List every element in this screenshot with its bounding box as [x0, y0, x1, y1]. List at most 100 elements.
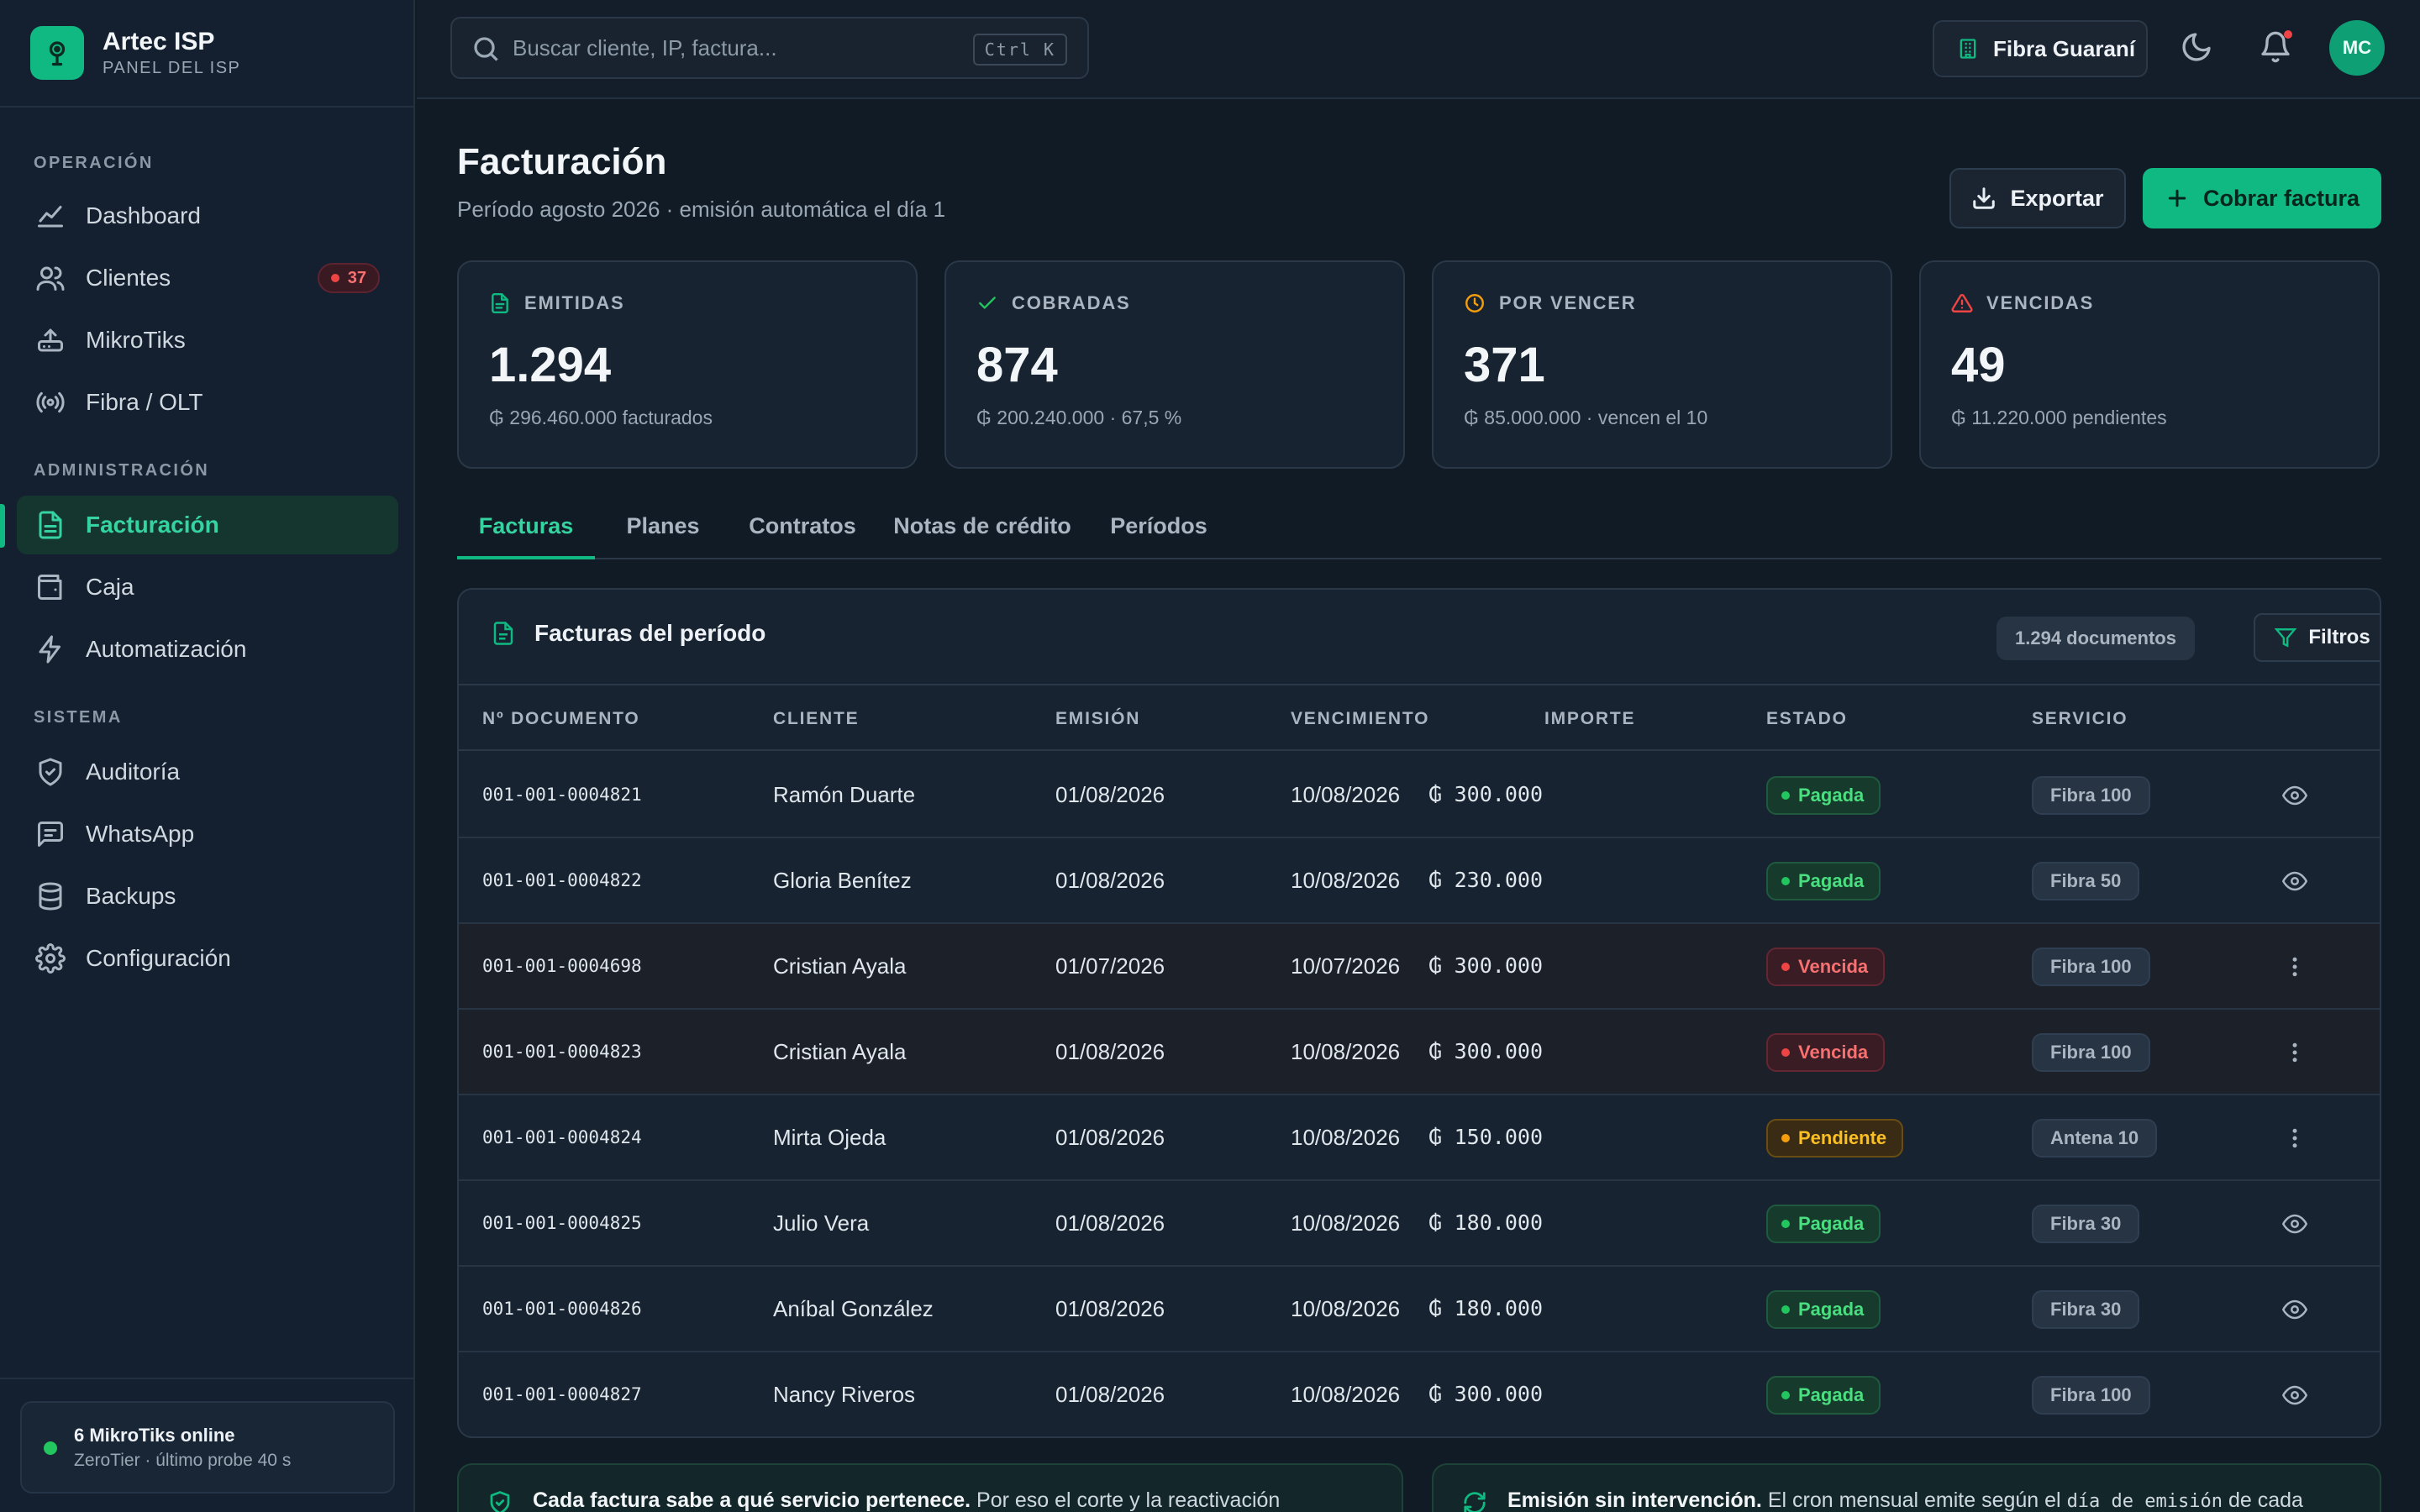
service-badge: Fibra 100 — [2032, 776, 2150, 815]
column-header[interactable]: EMISIÓN — [1055, 687, 1140, 751]
service-badge: Fibra 50 — [2032, 862, 2140, 900]
sidebar-item-clientes[interactable]: Clientes 37 — [17, 249, 398, 307]
more-vertical-icon — [2292, 957, 2297, 977]
document-number[interactable]: 001-001-0004826 — [482, 1267, 642, 1351]
sidebar-item-configuracion[interactable]: Configuración — [17, 929, 398, 988]
client-name[interactable]: Cristian Ayala — [773, 924, 907, 1008]
building-icon — [1960, 39, 1976, 59]
tab-facturas[interactable]: Facturas — [457, 496, 595, 559]
sidebar-item-automatizacion[interactable]: Automatización — [17, 620, 398, 679]
download-icon — [1973, 187, 1996, 209]
tab-planes[interactable]: Planes — [613, 496, 713, 559]
table-row[interactable]: 001-001-0004827 Nancy Riveros 01/08/2026 10… — [459, 1352, 2380, 1436]
document-icon — [492, 292, 508, 314]
avatar[interactable]: MC — [2329, 20, 2385, 76]
users-icon — [36, 266, 65, 291]
client-name[interactable]: Gloria Benítez — [773, 838, 912, 922]
mikrotik-status-card[interactable]: 6 MikroTiks online ZeroTier · último pro… — [20, 1401, 395, 1494]
tab-periodos[interactable]: Períodos — [1102, 496, 1215, 559]
stat-card-emitidas: EMITIDAS 1.294 ₲ 296.460.000 facturados — [457, 260, 918, 469]
table-row[interactable]: 001-001-0004822 Gloria Benítez 01/08/2026 1… — [459, 838, 2380, 924]
sidebar-item-whatsapp[interactable]: WhatsApp — [17, 805, 398, 864]
plus-icon — [2168, 189, 2186, 207]
table-row[interactable]: 001-001-0004821 Ramón Duarte 01/08/2026 10/… — [459, 753, 2380, 838]
table-row[interactable]: 001-001-0004826 Aníbal González 01/08/2026… — [459, 1267, 2380, 1352]
sidebar-item-mikrotiks[interactable]: MikroTiks — [17, 311, 398, 370]
warning-icon — [1951, 294, 1973, 312]
sidebar-item-label: Auditoría — [86, 759, 181, 785]
moon-icon — [2182, 33, 2211, 61]
column-header[interactable]: Nº DOCUMENTO — [482, 687, 640, 751]
tab-notas-de-credito[interactable]: Notas de crédito — [886, 496, 1079, 559]
document-number[interactable]: 001-001-0004825 — [482, 1181, 642, 1265]
row-action-button[interactable] — [2282, 783, 2307, 808]
service-badge: Fibra 30 — [2032, 1205, 2140, 1243]
service-badge: Fibra 30 — [2032, 1290, 2140, 1329]
status-badge: Vencida — [1766, 1033, 1886, 1072]
document-number[interactable]: 001-001-0004823 — [482, 1010, 642, 1094]
column-header[interactable]: VENCIMIENTO — [1291, 687, 1429, 751]
notifications-button[interactable] — [2259, 30, 2297, 69]
row-action-button[interactable] — [2282, 1211, 2307, 1236]
info-code: día de emisión — [2066, 1491, 2223, 1512]
filters-button[interactable]: Filtros — [2254, 613, 2380, 662]
sidebar-item-fibra-olt[interactable]: Fibra / OLT — [17, 373, 398, 432]
row-action-button[interactable] — [2282, 1040, 2307, 1065]
sidebar-item-label: Clientes — [86, 265, 171, 291]
sidebar-item-label: Dashboard — [86, 202, 201, 228]
issue-date: 01/08/2026 — [1055, 1382, 1165, 1407]
column-header[interactable]: IMPORTE — [1544, 687, 1635, 751]
sidebar-item-backups[interactable]: Backups — [17, 867, 398, 926]
column-header[interactable]: SERVICIO — [2032, 687, 2128, 751]
client-name[interactable]: Mirta Ojeda — [773, 1095, 886, 1179]
notification-dot — [2284, 30, 2292, 39]
document-number[interactable]: 001-001-0004821 — [482, 753, 642, 837]
sidebar-item-dashboard[interactable]: Dashboard — [17, 186, 398, 245]
stat-subtext: ₲ 296.460.000 facturados — [489, 407, 713, 428]
wallet-icon — [38, 575, 62, 600]
stat-card-por-vencer: POR VENCER 371 ₲ 85.000.000 · vencen el … — [1432, 260, 1892, 469]
sidebar-footer: 6 MikroTiks online ZeroTier · último pro… — [0, 1378, 413, 1512]
row-action-button[interactable] — [2282, 954, 2307, 979]
search-input[interactable]: Buscar cliente, IP, factura... Ctrl K — [450, 17, 1089, 79]
table-row[interactable]: 001-001-0004825 Julio Vera 01/08/2026 10/08… — [459, 1181, 2380, 1267]
cobrar-factura-button[interactable]: Cobrar factura — [2143, 168, 2381, 228]
row-action-button[interactable] — [2282, 1383, 2307, 1408]
client-name[interactable]: Nancy Riveros — [773, 1352, 915, 1436]
client-name[interactable]: Julio Vera — [773, 1181, 869, 1265]
status-badge: Pagada — [1766, 1205, 1881, 1243]
info-text: El cron mensual emite según el — [1767, 1488, 2061, 1512]
theme-toggle-button[interactable] — [2180, 30, 2218, 69]
organization-selector[interactable]: Fibra Guaraní — [1933, 20, 2148, 77]
sidebar-item-caja[interactable]: Caja — [17, 558, 398, 617]
export-button[interactable]: Exportar — [1949, 168, 2126, 228]
client-name[interactable]: Ramón Duarte — [773, 753, 915, 837]
table-header: Nº DOCUMENTO CLIENTE EMISIÓN VENCIMIENTO… — [459, 687, 2380, 751]
document-number[interactable]: 001-001-0004827 — [482, 1352, 642, 1436]
brand[interactable]: Artec ISP PANEL DEL ISP — [0, 0, 413, 108]
table-row[interactable]: 001-001-0004698 Cristian Ayala 01/07/2026 1… — [459, 924, 2380, 1010]
shield-check-icon — [490, 1491, 510, 1512]
table-row[interactable]: 001-001-0004824 Mirta Ojeda 01/08/2026 10/0… — [459, 1095, 2380, 1181]
tab-contratos[interactable]: Contratos — [739, 496, 865, 559]
search-icon — [474, 37, 498, 61]
client-name[interactable]: Aníbal González — [773, 1267, 934, 1351]
info-text: Por eso el corte y la reactivación — [976, 1488, 1281, 1512]
brand-subtitle: PANEL DEL ISP — [103, 59, 241, 77]
row-action-button[interactable] — [2282, 1126, 2307, 1151]
document-number[interactable]: 001-001-0004822 — [482, 838, 642, 922]
client-name[interactable]: Cristian Ayala — [773, 1010, 907, 1094]
column-header[interactable]: CLIENTE — [773, 687, 859, 751]
nav-section-administracion: ADMINISTRACIÓN — [34, 461, 210, 480]
topbar: Buscar cliente, IP, factura... Ctrl K Fi… — [417, 0, 2420, 99]
sidebar-item-label: Caja — [86, 574, 134, 600]
sidebar-item-auditoria[interactable]: Auditoría — [17, 743, 398, 801]
row-action-button[interactable] — [2282, 869, 2307, 894]
table-row[interactable]: 001-001-0004823 Cristian Ayala 01/08/2026 1… — [459, 1010, 2380, 1095]
row-action-button[interactable] — [2282, 1297, 2307, 1322]
document-number[interactable]: 001-001-0004698 — [482, 924, 642, 1008]
document-number[interactable]: 001-001-0004824 — [482, 1095, 642, 1179]
sidebar-item-facturacion[interactable]: Facturación — [17, 496, 398, 554]
column-header[interactable]: ESTADO — [1766, 687, 1848, 751]
service-badge: Fibra 100 — [2032, 948, 2150, 986]
